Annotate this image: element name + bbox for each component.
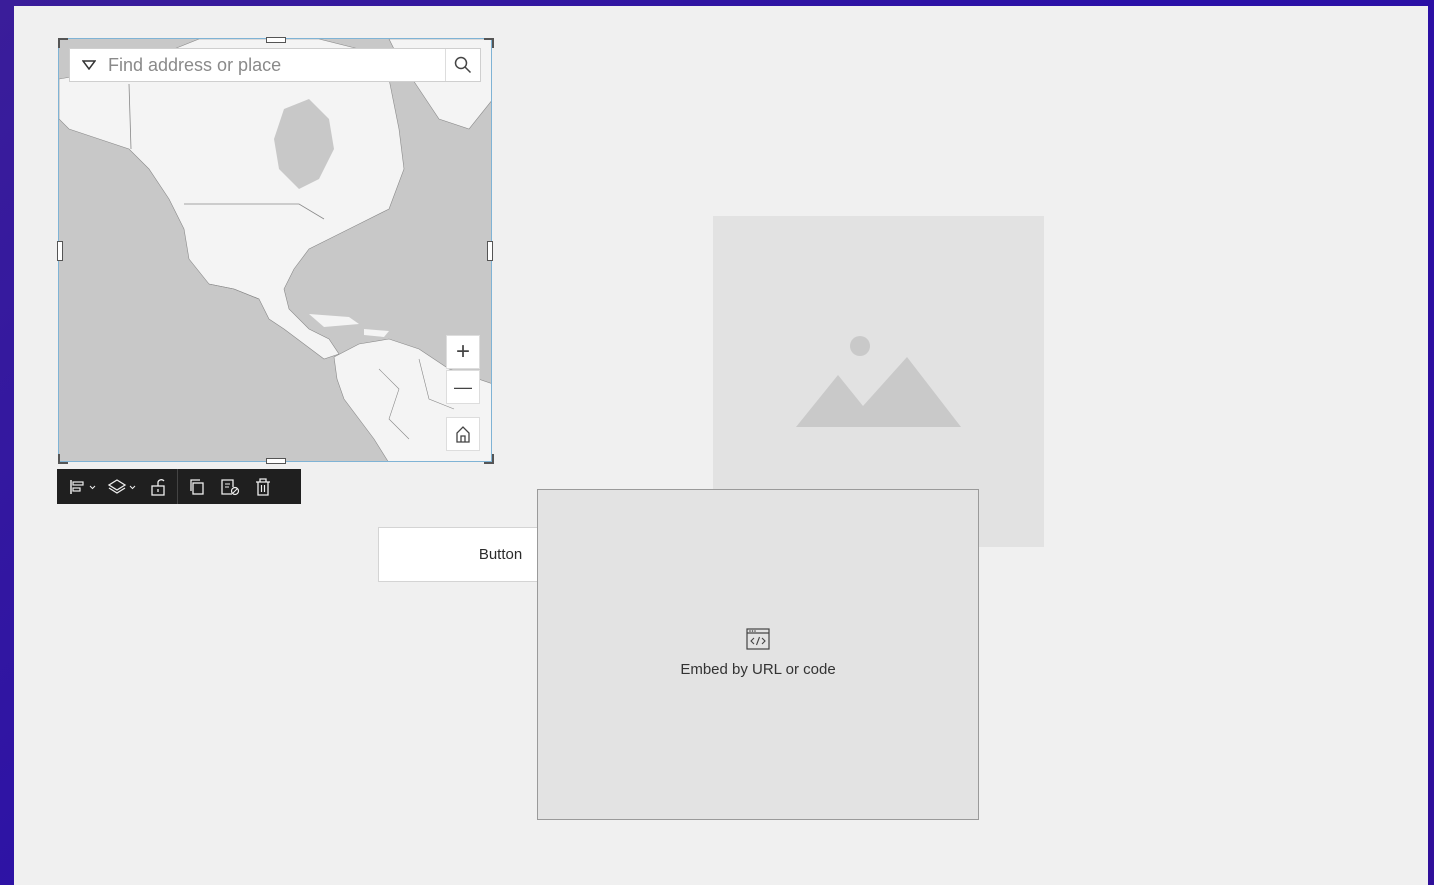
search-input[interactable] <box>108 49 445 81</box>
align-button[interactable] <box>65 469 101 504</box>
lock-button[interactable] <box>143 469 173 504</box>
edit-page-button[interactable] <box>212 469 248 504</box>
zoom-in-button[interactable]: + <box>446 335 480 369</box>
layers-icon <box>107 478 136 494</box>
resize-corner[interactable] <box>58 454 68 464</box>
resize-handle-top[interactable] <box>266 37 286 43</box>
zoom-out-button[interactable]: — <box>446 370 480 404</box>
home-icon <box>456 426 470 443</box>
dropdown-icon <box>82 60 96 70</box>
search-button[interactable] <box>445 49 480 81</box>
button-widget-label: Button <box>478 546 523 563</box>
duplicate-icon <box>190 478 204 495</box>
widget-toolbar <box>57 469 301 504</box>
align-icon <box>70 479 96 494</box>
resize-corner[interactable] <box>58 38 68 48</box>
search-source-dropdown[interactable] <box>70 49 108 81</box>
unlock-icon <box>151 478 165 496</box>
trash-icon <box>256 477 270 496</box>
map-search-box <box>69 48 481 82</box>
home-button[interactable] <box>446 417 480 451</box>
layers-button[interactable] <box>101 469 143 504</box>
map-widget[interactable] <box>58 38 492 462</box>
embed-label: Embed by URL or code <box>680 661 836 678</box>
resize-handle-right[interactable] <box>487 241 493 261</box>
toolbar-divider <box>177 469 178 504</box>
embed-widget[interactable]: Embed by URL or code <box>537 489 979 820</box>
resize-handle-left[interactable] <box>57 241 63 261</box>
duplicate-button[interactable] <box>182 469 212 504</box>
search-icon <box>454 56 472 74</box>
resize-handle-bottom[interactable] <box>266 458 286 464</box>
resize-corner[interactable] <box>484 38 494 48</box>
embed-code-icon <box>746 628 770 650</box>
edit-page-icon <box>221 478 240 495</box>
resize-corner[interactable] <box>484 454 494 464</box>
delete-button[interactable] <box>248 469 278 504</box>
map-basemap[interactable] <box>59 39 492 462</box>
